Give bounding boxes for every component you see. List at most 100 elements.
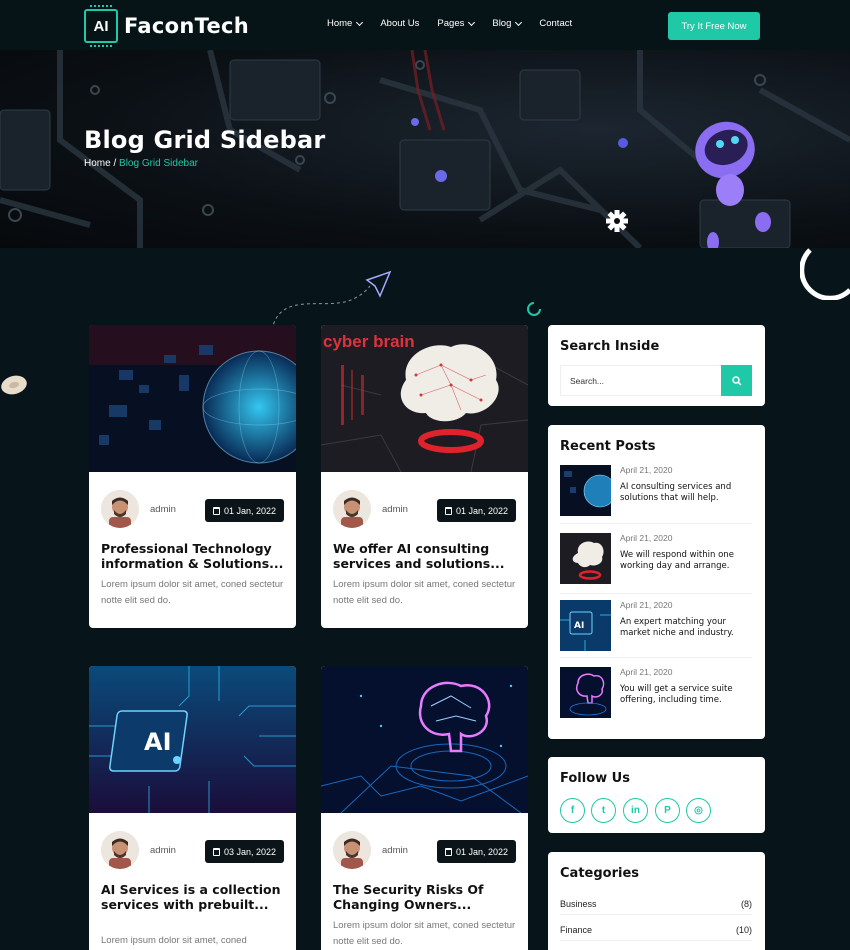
instagram-icon[interactable]: ◎ [686,798,711,823]
category-count: (10) [735,924,752,935]
widget-title: Categories [560,866,640,881]
calendar-icon [444,506,452,515]
pinterest-icon[interactable]: P [655,798,680,823]
site-header: AI FaconTech Home About Us Pages Blog Co… [0,0,850,50]
calendar-icon [444,847,452,856]
recent-post-title[interactable]: An expert matching your market niche and… [620,617,755,638]
post-date: 01 Jan, 2022 [223,505,277,516]
post-excerpt: Lorem ipsum dolor sit amet, coned sectet… [101,579,284,606]
image-caption-ai: AI [144,728,172,756]
logo[interactable]: AI FaconTech [84,5,249,47]
post-date-badge: 01 Jan, 2022 [437,499,516,522]
page-title: Blog Grid Sidebar [84,126,326,154]
post-date: 01 Jan, 2022 [455,846,509,857]
card-image[interactable]: cyber brain [321,325,528,472]
search-button[interactable] [721,365,752,396]
recent-post-title[interactable]: You will get a service suite offering, i… [620,684,755,705]
recent-post-thumbnail[interactable]: AI [560,600,611,651]
post-date-badge: 03 Jan, 2022 [205,840,284,863]
post-title[interactable]: AI Services is a collection services wit… [101,882,286,912]
author-avatar [101,831,139,869]
main-nav: Home About Us Pages Blog Contact [327,18,590,29]
recent-post-item[interactable]: April 21, 2020 AI consulting services an… [560,465,752,517]
recent-post-title[interactable]: AI consulting services and solutions tha… [620,482,755,503]
neon-brain-illustration [321,666,528,813]
breadcrumb: Home / Blog Grid Sidebar [84,158,198,169]
search-widget: Search Inside [548,325,765,406]
card-image[interactable]: AI [89,666,296,813]
ai-chip-illustration: AI [89,666,296,813]
recent-post-item[interactable]: April 21, 2020 We will respond within on… [560,533,752,585]
author-avatar [101,490,139,528]
image-caption-cyber: cyber brain [323,332,415,351]
post-title[interactable]: The Security Risks Of Changing Owners... [333,882,518,912]
nav-item-home[interactable]: Home [327,18,364,29]
globe-illustration [89,325,296,472]
blog-card[interactable]: admin 01 Jan, 2022 Professional Technolo… [89,325,296,628]
chevron-down-icon [468,18,476,26]
recent-post-thumbnail[interactable] [560,465,611,516]
categories-widget: Categories Business (8) Finance (10) [548,852,765,950]
blog-card[interactable]: cyber brain admin 01 Jan, 2022 We offer … [321,325,528,628]
post-title[interactable]: Professional Technology information & So… [101,541,286,571]
recent-post-thumbnail[interactable] [560,667,611,718]
card-image[interactable] [89,325,296,472]
nav-label: About Us [380,18,420,29]
recent-post-item[interactable]: AI April 21, 2020 An expert matching you… [560,600,752,652]
author-avatar [333,490,371,528]
logo-text: FaconTech [124,14,249,38]
category-count: (8) [741,898,752,909]
breadcrumb-home[interactable]: Home [84,158,111,169]
twitter-icon[interactable]: t [591,798,616,823]
page-banner: Blog Grid Sidebar Home / Blog Grid Sideb… [0,50,850,248]
post-title[interactable]: We offer AI consulting services and solu… [333,541,518,571]
post-date-badge: 01 Jan, 2022 [437,840,516,863]
recent-post-date: April 21, 2020 [620,667,673,677]
linkedin-icon[interactable]: in [623,798,648,823]
recent-post-date: April 21, 2020 [620,465,673,475]
nav-label: Home [327,18,353,29]
facebook-icon[interactable]: f [560,798,585,823]
author-name[interactable]: admin [150,845,176,856]
calendar-icon [212,847,220,856]
nav-item-contact[interactable]: Contact [539,18,572,29]
donut-shape-icon [1,375,27,395]
post-excerpt: Lorem ipsum dolor sit amet, coned sectet… [333,579,516,606]
post-date-badge: 01 Jan, 2022 [205,499,284,522]
loader-ring-icon [527,302,541,316]
recent-post-title[interactable]: We will respond within one working day a… [620,550,755,571]
blog-card[interactable]: AI admin 03 Jan, 2022 AI Services is a c… [89,666,296,950]
blog-card[interactable]: admin 01 Jan, 2022 The Security Risks Of… [321,666,528,950]
category-item-finance[interactable]: Finance (10) [560,919,752,941]
breadcrumb-current: Blog Grid Sidebar [119,158,198,169]
chevron-down-icon [356,18,364,26]
breadcrumb-separator: / [110,158,120,169]
post-excerpt: Lorem ipsum dolor sit amet, coned [101,935,247,946]
calendar-icon [212,506,220,515]
author-name[interactable]: admin [150,504,176,515]
thumbnail-caption: AI [574,621,584,631]
search-input[interactable] [560,365,721,396]
post-date: 01 Jan, 2022 [455,505,509,516]
chevron-down-icon [515,18,523,26]
try-free-button[interactable]: Try It Free Now [668,12,760,40]
follow-widget: Follow Us f t in P ◎ [548,757,765,833]
recent-post-date: April 21, 2020 [620,600,673,610]
nav-item-about-us[interactable]: About Us [380,18,419,29]
search-icon [731,375,742,386]
nav-item-blog[interactable]: Blog [492,18,523,29]
author-name[interactable]: admin [382,845,408,856]
divider [560,523,752,524]
nav-item-pages[interactable]: Pages [437,18,476,29]
category-name: Finance [560,924,593,935]
recent-post-item[interactable]: April 21, 2020 You will get a service su… [560,667,752,719]
post-date: 03 Jan, 2022 [223,846,277,857]
card-image[interactable] [321,666,528,813]
cyber-brain-illustration: cyber brain [321,325,528,472]
ring-shape-icon [800,248,850,300]
divider [560,593,752,594]
recent-post-thumbnail[interactable] [560,533,611,584]
chip-logo-icon: AI [84,5,118,47]
category-item-business[interactable]: Business (8) [560,893,752,915]
author-name[interactable]: admin [382,504,408,515]
